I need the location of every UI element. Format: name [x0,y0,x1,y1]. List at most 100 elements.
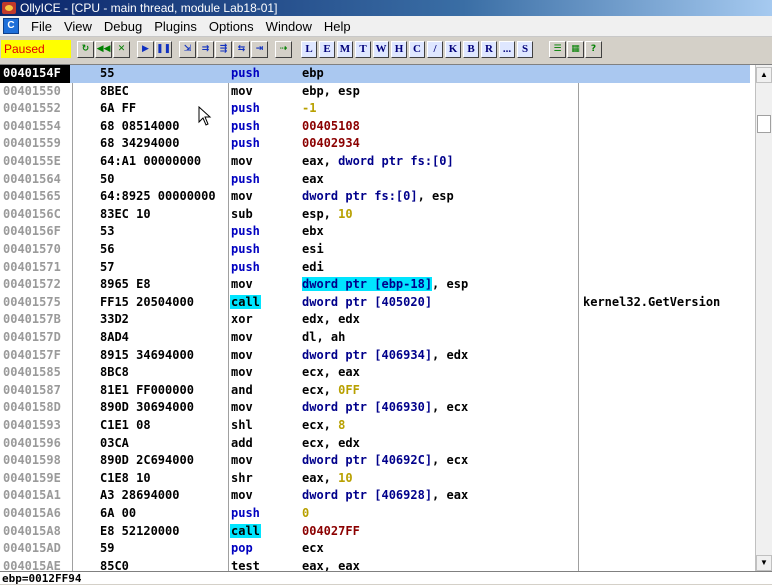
disasm-row[interactable]: 00401571 57 push edi [0,259,750,277]
address-cell: 0040156F [3,224,61,239]
mnemonic-cell: mov [230,487,300,505]
disasm-row[interactable]: 00401565 64:8925 00000000 mov dword ptr fs:… [0,188,750,206]
source-window-button[interactable]: S [517,40,533,58]
operands-cell: dword ptr [405020] [302,294,574,312]
restart-icon[interactable]: ◀◀ [95,40,112,58]
cpu-window-icon[interactable]: C [3,18,19,34]
mnemonic-text: shr [231,470,253,485]
disasm-row[interactable]: 0040156F 53 push ebx [0,223,750,241]
disasm-row[interactable]: 004015A8 E8 52120000 call 004027FF [0,523,750,541]
mnemonic-text: mov [231,330,253,344]
disasm-row[interactable]: 00401587 81E1 FF000000 and ecx, 0FF [0,382,750,400]
handles-window-button[interactable]: H [391,40,407,58]
hex-dump-cell: 6A 00 [100,506,137,520]
disasm-row[interactable]: 0040155E 64:A1 00000000 mov eax, dword ptr … [0,153,750,171]
step-over-icon[interactable]: ⇉ [197,40,214,58]
operands-cell: esp, 10 [302,206,574,224]
disassembly-pane[interactable]: 0040154F 55 push ebp 00401550 8BEC mov ebp, esp… [0,64,772,573]
execute-till-return-icon[interactable]: ⇥ [251,40,268,58]
disasm-row[interactable]: 0040156C 83EC 10 sub esp, 10 [0,206,750,224]
mnemonic-text: xor [231,312,253,327]
disasm-row[interactable]: 0040154F 55 push ebp [0,65,750,83]
address-cell: 00401593 [3,418,61,432]
hex-dump-cell: 8BEC [100,83,129,98]
menu-view[interactable]: View [58,19,98,34]
menu-debug[interactable]: Debug [98,19,148,34]
menu-bar: C File View Debug Plugins Options Window… [0,16,772,37]
scroll-thumb[interactable] [757,115,771,133]
mnemonic-text: push [231,118,260,133]
disasm-row[interactable]: 0040159E C1E8 10 shr eax, 10 [0,470,750,488]
disasm-row[interactable]: 0040157B 33D2 xor edx, edx [0,311,750,329]
vertical-scrollbar[interactable]: ▲ ▼ [755,65,772,571]
disasm-row[interactable]: 00401554 68 08514000 push 00405108 [0,118,750,136]
goto-icon[interactable]: ⇢ [275,40,292,58]
windows-window-button[interactable]: W [373,40,389,58]
operands-cell: 004027FF [302,523,574,541]
disasm-row[interactable]: 00401593 C1E1 08 shl ecx, 8 [0,417,750,435]
operand-text: ecx [302,541,324,556]
disasm-row[interactable]: 004015AD 59 pop ecx [0,540,750,558]
operands-cell: ecx [302,540,574,558]
disasm-row[interactable]: 0040157D 8AD4 mov dl, ah [0,329,750,347]
mnemonic-text: push [231,171,260,186]
mnemonic-text: mov [231,83,253,98]
trace-into-icon[interactable]: ⇶ [215,40,232,58]
hex-dump-cell: 56 [100,242,115,256]
disasm-row[interactable]: 00401572 8965 E8 mov dword ptr [ebp-18], es… [0,276,750,294]
mnemonic-text: pop [231,541,253,556]
hex-dump-cell: 8965 E8 [100,277,151,292]
menu-file[interactable]: File [25,19,58,34]
mnemonic-cell: add [230,435,300,453]
patches-window-button[interactable]: / [427,40,443,58]
address-cell: 0040157F [3,347,61,362]
disasm-row[interactable]: 0040158D 890D 30694000 mov dword ptr [40693… [0,399,750,417]
menu-plugins[interactable]: Plugins [148,19,203,34]
disasm-row[interactable]: 00401550 8BEC mov ebp, esp [0,83,750,101]
help-icon[interactable]: ? [585,40,602,58]
memory-window-button[interactable]: M [337,40,353,58]
hex-dump-cell: 890D 2C694000 [100,453,194,468]
disasm-row[interactable]: 00401598 890D 2C694000 mov dword ptr [40692… [0,452,750,470]
scroll-down-icon[interactable]: ▼ [756,555,772,571]
disasm-row[interactable]: 00401564 50 push eax [0,171,750,189]
operand-text: 0FF [338,382,360,397]
breakpoints-window-button[interactable]: B [463,40,479,58]
disasm-row[interactable]: 00401596 03CA add ecx, edx [0,435,750,453]
modules-window-button[interactable]: E [319,40,335,58]
disasm-row[interactable]: 00401552 6A FF push -1 [0,100,750,118]
address-cell: 00401564 [3,171,61,186]
mnemonic-text: mov [231,453,253,468]
run-trace-window-button[interactable]: ... [499,40,515,58]
pause-icon[interactable]: ❚❚ [155,40,172,58]
trace-over-icon[interactable]: ⇆ [233,40,250,58]
menu-window[interactable]: Window [260,19,318,34]
disasm-row[interactable]: 00401585 8BC8 mov ecx, eax [0,364,750,382]
cpu-window-button[interactable]: C [409,40,425,58]
disasm-row[interactable]: 00401575 FF15 20504000 call dword ptr [4050… [0,294,750,312]
grid-icon[interactable]: ▦ [567,40,584,58]
open-icon[interactable]: ↻ [77,40,94,58]
menu-options[interactable]: Options [203,19,260,34]
mnemonic-text: push [231,242,260,256]
disasm-row[interactable]: 00401570 56 push esi [0,241,750,259]
mnemonic-cell: push [230,65,300,83]
threads-window-button[interactable]: T [355,40,371,58]
close-icon[interactable]: ✕ [113,40,130,58]
operand-text: -1 [302,101,317,116]
run-icon[interactable]: ▶ [137,40,154,58]
log-window-button[interactable]: L [301,40,317,58]
scroll-up-icon[interactable]: ▲ [756,67,772,83]
disasm-row[interactable]: 0040157F 8915 34694000 mov dword ptr [40693… [0,347,750,365]
operand-text: 00405108 [302,118,360,133]
references-window-button[interactable]: R [481,40,497,58]
step-into-icon[interactable]: ⇲ [179,40,196,58]
call-stack-window-button[interactable]: K [445,40,461,58]
disasm-row[interactable]: 004015A6 6A 00 push 0 [0,505,750,523]
disasm-row[interactable]: 004015A1 A3 28694000 mov dword ptr [406928]… [0,487,750,505]
info-pane: ebp=0012FF94 [0,571,772,585]
list-icon[interactable]: ☰ [549,40,566,58]
disasm-row[interactable]: 00401559 68 34294000 push 00402934 [0,135,750,153]
menu-help[interactable]: Help [318,19,357,34]
mnemonic-cell: mov [230,347,300,365]
